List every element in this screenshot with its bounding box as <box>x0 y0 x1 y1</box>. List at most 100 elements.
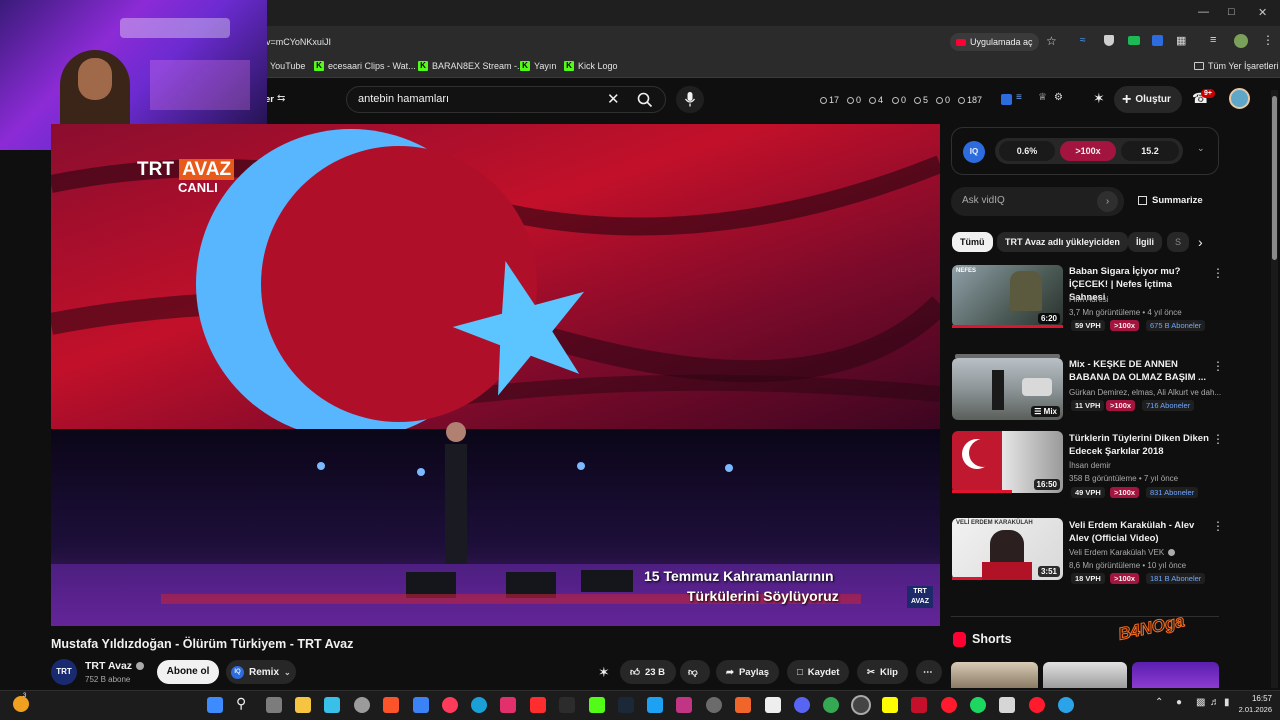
more-options-icon[interactable]: ⋮ <box>1212 266 1224 280</box>
recommendation-thumbnail[interactable]: ☰ Mix <box>952 358 1063 420</box>
short-thumbnail[interactable] <box>1132 662 1219 688</box>
blue-extension-icon[interactable] <box>1152 35 1163 46</box>
short-thumbnail[interactable] <box>1043 662 1127 688</box>
brave-icon[interactable] <box>383 697 399 713</box>
green-extension-icon[interactable] <box>1128 36 1140 45</box>
bookmark-youtube[interactable]: YouTube <box>270 61 305 71</box>
more-actions-button[interactable]: ⋯ <box>916 660 942 684</box>
page-scrollbar[interactable] <box>1271 90 1278 688</box>
tray-overflow-icon[interactable]: ⌃ <box>1155 697 1163 708</box>
user-avatar[interactable] <box>1229 88 1250 109</box>
weather-icon[interactable] <box>13 696 29 712</box>
clock-date[interactable]: 2.01.2026 <box>1232 705 1272 714</box>
recommendation-thumbnail[interactable]: NEFES 6:20 <box>952 265 1063 327</box>
steam-icon[interactable] <box>618 697 634 713</box>
chip-all[interactable]: Tümü <box>952 232 993 252</box>
clock-time[interactable]: 16:57 <box>1248 694 1272 703</box>
gamepad-action-icon[interactable]: ✶ <box>598 664 610 681</box>
short-thumbnail[interactable] <box>951 662 1038 688</box>
snapchat-icon[interactable] <box>882 697 898 713</box>
close-window-icon[interactable]: ✕ <box>1258 6 1267 19</box>
opera-icon[interactable] <box>1029 697 1045 713</box>
save-button[interactable]: □ Kaydet <box>787 660 850 684</box>
ask-vidiq-input[interactable]: Ask vidIQ › <box>951 187 1124 216</box>
instagram-icon[interactable] <box>676 697 692 713</box>
profile-avatar[interactable] <box>1234 34 1248 48</box>
mcafee-icon[interactable] <box>911 697 927 713</box>
recommendation-title[interactable]: Veli Erdem Karakülah - Alev Alev (Offici… <box>1069 519 1209 545</box>
list-icon[interactable]: ≡ <box>1016 92 1022 103</box>
ai-app-icon[interactable] <box>559 697 575 713</box>
recommendation-channel[interactable]: İhsan demir <box>1069 461 1111 470</box>
chip-partial[interactable]: S <box>1167 232 1189 252</box>
all-bookmarks-button[interactable]: Tüm Yer İşaretleri <box>1194 61 1279 71</box>
reading-list-icon[interactable]: ≡ <box>1210 34 1216 46</box>
open-in-app-button[interactable]: Uygulamada aç <box>950 33 1039 51</box>
chevron-right-icon[interactable]: › <box>1198 234 1203 250</box>
extension-wave-icon[interactable]: ≈ <box>1080 35 1086 46</box>
settings-app-icon[interactable] <box>354 697 370 713</box>
subscribe-button[interactable]: Abone ol <box>157 660 219 684</box>
like-button[interactable]: 👍︎ 23 B <box>620 660 676 684</box>
puzzle-icon[interactable]: ▦ <box>1176 34 1186 47</box>
network-icon[interactable]: ▩ <box>1196 697 1205 708</box>
restore-icon[interactable]: □ <box>1228 6 1235 18</box>
scrollbar-thumb[interactable] <box>1272 96 1277 260</box>
gamepad-icon[interactable]: ✶ <box>1093 90 1105 107</box>
filter-settings-icon[interactable]: ⇆ <box>277 93 285 104</box>
channel-name[interactable]: TRT Avaz <box>85 660 145 672</box>
settings-gear-icon[interactable]: ⚙ <box>1054 92 1063 103</box>
volume-icon[interactable]: ♬ <box>1210 697 1220 708</box>
chip-uploader[interactable]: TRT Avaz adlı yükleyiciden <box>997 232 1128 252</box>
search-icon[interactable] <box>637 92 653 108</box>
star-icon[interactable]: ☆ <box>1046 34 1057 48</box>
yandex-icon[interactable] <box>941 697 957 713</box>
more-options-icon[interactable]: ⋮ <box>1212 432 1224 446</box>
channel-avatar[interactable]: TRT <box>51 659 77 685</box>
search-input[interactable]: antebin hamamları <box>358 93 449 105</box>
twitter-icon[interactable] <box>647 697 663 713</box>
bookmark-yayin[interactable]: K Yayın <box>520 61 556 71</box>
chrome-icon[interactable] <box>823 697 839 713</box>
trophy-icon[interactable]: ♕ <box>1038 92 1047 103</box>
recommendation-channel[interactable]: Veli Erdem Karakülah VEK <box>1069 548 1176 557</box>
bookmark-kick-logo[interactable]: K Kick Logo <box>564 61 618 71</box>
gauge-icon[interactable] <box>706 697 722 713</box>
recommendation-channel[interactable]: Film Adresi <box>1069 295 1109 304</box>
file-explorer-icon[interactable] <box>295 697 311 713</box>
remix-button[interactable]: IQ Remix ⌄ <box>226 660 296 684</box>
kick-app-icon[interactable] <box>589 697 605 713</box>
copilot-icon[interactable] <box>324 697 340 713</box>
edge-icon[interactable] <box>471 697 487 713</box>
recommendation-thumbnail[interactable]: VELİ ERDEM KARAKÜLAH 3:51 <box>952 518 1063 580</box>
more-options-icon[interactable]: ⋮ <box>1212 519 1224 533</box>
task-view-icon[interactable] <box>266 697 282 713</box>
chevron-down-icon[interactable]: ⌄ <box>1197 143 1205 154</box>
browser-menu-icon[interactable]: ⋮ <box>1262 33 1274 47</box>
epic-games-icon[interactable] <box>765 697 781 713</box>
recommendation-title[interactable]: Mix - KEŞKE DE ANNEN BABANA DA OLMAZ BAŞ… <box>1069 358 1209 384</box>
search-box[interactable]: antebin hamamları ✕ <box>346 86 666 113</box>
discord-icon[interactable] <box>794 697 810 713</box>
browser-app-icon[interactable] <box>1058 697 1074 713</box>
battery-icon[interactable]: ▮ <box>1224 697 1230 708</box>
mic-tray-icon[interactable]: ● <box>1176 697 1182 708</box>
more-options-icon[interactable]: ⋮ <box>1212 359 1224 373</box>
spotify-icon[interactable] <box>970 697 986 713</box>
create-button[interactable]: + Oluştur <box>1114 86 1182 113</box>
dislike-button[interactable]: 👎︎ <box>680 660 710 684</box>
send-arrow-icon[interactable]: › <box>1097 191 1118 212</box>
clip-button[interactable]: ✂ Klip <box>857 660 908 684</box>
bookmark-baran8ex[interactable]: K BARAN8EX Stream -... <box>418 61 525 71</box>
recommendation-channel[interactable]: Gürkan Demirez, elmas, Ali Alkurt ve dah… <box>1069 388 1221 397</box>
video-player[interactable]: TRT AVAZ CANLI 15 Temmuz Kahramanlarının… <box>51 124 940 626</box>
video-app-icon[interactable] <box>530 697 546 713</box>
chip-related[interactable]: İlgili <box>1128 232 1162 252</box>
minimize-icon[interactable]: — <box>1198 6 1209 18</box>
clear-search-icon[interactable]: ✕ <box>607 90 620 108</box>
youtube-music-icon[interactable] <box>442 697 458 713</box>
shield-extension-icon[interactable] <box>1104 35 1114 46</box>
recommendation-thumbnail[interactable]: 16:50 <box>952 431 1063 493</box>
windows-start-icon[interactable] <box>207 697 223 713</box>
store-icon[interactable] <box>413 697 429 713</box>
